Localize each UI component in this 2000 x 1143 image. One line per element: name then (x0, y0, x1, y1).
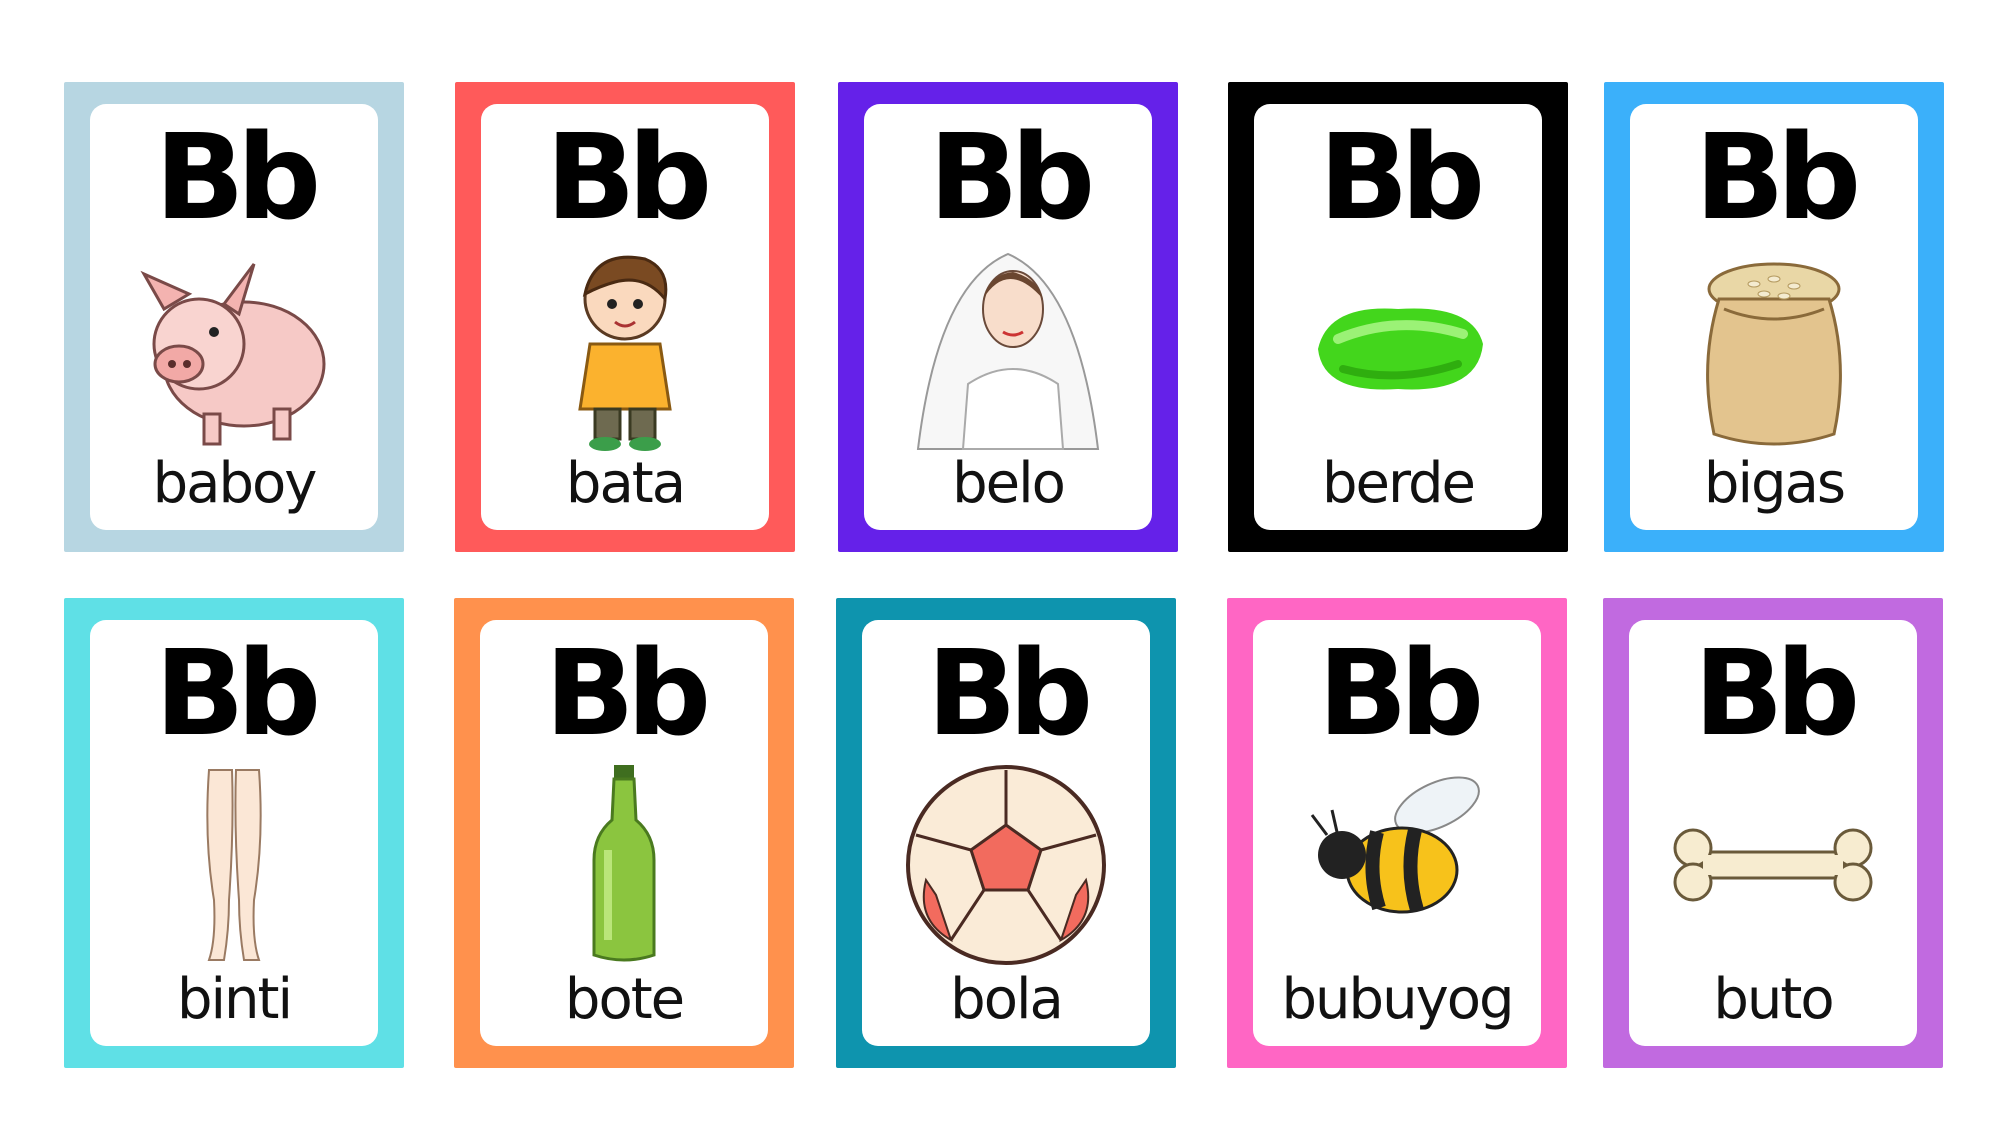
card-face: Bb binti (90, 620, 378, 1046)
card-word: bubuyog (1281, 967, 1514, 1032)
flashcard-buto: Bb buto (1603, 598, 1943, 1068)
pig-illustration (110, 244, 358, 454)
card-face: Bb bubuyog (1253, 620, 1541, 1046)
flashcard-binti: Bb binti (64, 598, 404, 1068)
flashcard-bata: Bb bata (455, 82, 795, 552)
card-letter: Bb (928, 108, 1095, 246)
card-face: Bb bola (862, 620, 1150, 1046)
card-word: baboy (152, 451, 318, 516)
card-word: berde (1321, 451, 1476, 516)
card-letter: Bb (154, 108, 321, 246)
flashcard-baboy: Bb baboy (64, 82, 404, 552)
card-face: Bb berde (1254, 104, 1542, 530)
card-letter: Bb (1317, 624, 1484, 762)
card-letter: Bb (154, 624, 321, 762)
card-word: binti (176, 967, 293, 1032)
card-face: Bb buto (1629, 620, 1917, 1046)
card-word: bata (565, 451, 686, 516)
card-face: Bb baboy (90, 104, 378, 530)
legs-illustration (110, 760, 358, 970)
card-letter: Bb (544, 624, 711, 762)
bottle-illustration (500, 760, 748, 970)
card-face: Bb bata (481, 104, 769, 530)
bee-illustration (1273, 760, 1521, 970)
card-face: Bb bote (480, 620, 768, 1046)
green-paint-illustration (1274, 244, 1522, 454)
card-word: bigas (1703, 451, 1846, 516)
card-word: bola (950, 967, 1064, 1032)
card-face: Bb belo (864, 104, 1152, 530)
flashcard-bigas: Bb bigas (1604, 82, 1944, 552)
card-letter: Bb (1693, 624, 1860, 762)
ball-illustration (882, 760, 1130, 970)
card-word: bote (564, 967, 685, 1032)
flashcard-bola: Bb bola (836, 598, 1176, 1068)
flashcard-berde: Bb berde (1228, 82, 1568, 552)
card-letter: Bb (926, 624, 1093, 762)
card-letter: Bb (1318, 108, 1485, 246)
rice-sack-illustration (1650, 244, 1898, 454)
flashcard-bote: Bb bote (454, 598, 794, 1068)
card-word: belo (952, 451, 1066, 516)
card-word: buto (1713, 967, 1834, 1032)
card-letter: Bb (1694, 108, 1861, 246)
flashcard-belo: Bb belo (838, 82, 1178, 552)
card-letter: Bb (545, 108, 712, 246)
bride-veil-illustration (884, 244, 1132, 454)
flashcard-bubuyog: Bb bubuyog (1227, 598, 1567, 1068)
card-face: Bb bigas (1630, 104, 1918, 530)
flashcard-grid: Bb baboy Bb bata Bb belo Bb berde Bb big… (0, 0, 2000, 1143)
bone-illustration (1649, 760, 1897, 970)
child-illustration (501, 244, 749, 454)
